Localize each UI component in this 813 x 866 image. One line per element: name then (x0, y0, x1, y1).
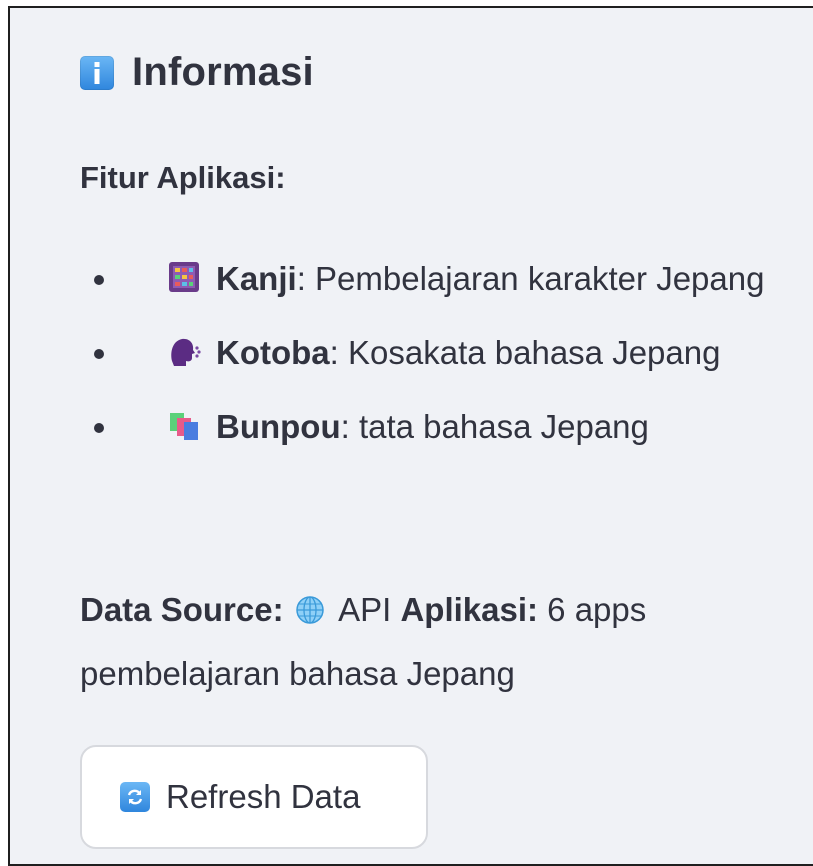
abacus-icon (166, 259, 202, 295)
data-source-label: Data Source: (80, 591, 284, 628)
list-item-kotoba: Kotoba: Kosakata bahasa Jepang (80, 316, 800, 390)
sidebar-panel: Informasi Fitur Aplikasi: Kanji: Pembela… (8, 6, 813, 866)
info-header: Informasi (80, 50, 314, 95)
books-icon (166, 407, 202, 443)
speaking-head-icon (166, 333, 202, 369)
feature-sep: : (296, 260, 306, 297)
feature-desc: tata bahasa Jepang (349, 408, 649, 445)
feature-desc: Kosakata bahasa Jepang (338, 334, 721, 371)
feature-term: Kanji (216, 260, 297, 297)
globe-icon (295, 595, 325, 625)
feature-desc: Pembelajaran karakter Jepang (305, 260, 765, 297)
list-item-bunpou: Bunpou: tata bahasa Jepang (80, 390, 800, 464)
header-title: Informasi (132, 50, 314, 94)
feature-term: Kotoba (216, 334, 330, 371)
refresh-button-label: Refresh Data (166, 778, 361, 815)
list-item-kanji: Kanji: Pembelajaran karakter Jepang (80, 242, 800, 316)
features-heading: Fitur Aplikasi: (80, 160, 286, 195)
data-source-info: Data Source: API Aplikasi: 6 apps pembel… (80, 578, 780, 706)
bullet (94, 423, 104, 433)
refresh-data-button[interactable]: Refresh Data (80, 745, 428, 849)
information-icon (80, 55, 114, 90)
refresh-icon (120, 782, 150, 812)
api-text: API (330, 591, 401, 628)
features-list: Kanji: Pembelajaran karakter Jepang Koto… (80, 242, 800, 464)
feature-sep: : (329, 334, 339, 371)
apps-label: Aplikasi: (400, 591, 538, 628)
feature-sep: : (340, 408, 350, 445)
bullet (94, 275, 104, 285)
bullet (94, 349, 104, 359)
feature-term: Bunpou (216, 408, 341, 445)
